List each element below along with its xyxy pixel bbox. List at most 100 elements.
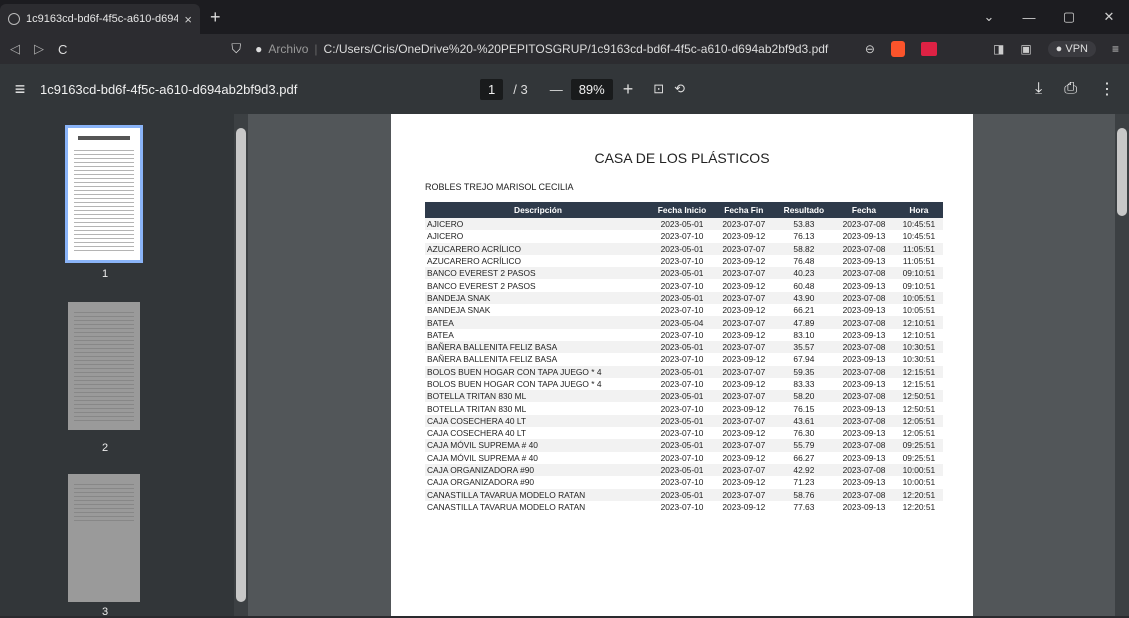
tab-search-icon[interactable]: ⌄ <box>969 9 1009 25</box>
table-cell: 12:05:51 <box>902 428 936 439</box>
back-icon[interactable]: ◁ <box>10 41 20 57</box>
table-cell: BATEA <box>425 316 651 329</box>
url-separator: | <box>314 42 318 56</box>
table-cell: 09:25:51 <box>902 452 936 463</box>
table-row: CAJA ORGANIZADORA #90 2023-07-10 2023-09-1… <box>425 476 943 488</box>
page-thumbnail-2[interactable] <box>68 302 140 430</box>
table-cell: 55.79 <box>774 439 834 452</box>
table-cell: 2023-05-01 <box>651 390 713 403</box>
menu-icon[interactable]: ≡ <box>1112 42 1119 56</box>
hamburger-menu-icon[interactable]: ≡ <box>0 79 40 100</box>
bookmark-icon[interactable]: ⛉ <box>231 41 241 57</box>
table-cell: 2023-09-12 <box>722 501 766 512</box>
table-row: BOTELLA TRITAN 830 ML 2023-07-10 2023-09-1… <box>425 402 943 414</box>
table-cell: 2023-09-13 <box>842 305 886 316</box>
pdf-page: CASA DE LOS PLÁSTICOS ROBLES TREJO MARIS… <box>391 114 973 616</box>
table-cell: 60.48 <box>793 280 815 291</box>
sidebar-icon[interactable]: ◨ <box>993 42 1004 56</box>
table-cell: 2023-07-07 <box>713 218 775 231</box>
viewer-scrollbar[interactable] <box>1115 114 1129 616</box>
table-cell: 77.63 <box>793 501 815 512</box>
viewer-scroll-thumb[interactable] <box>1117 128 1127 216</box>
table-cell: AJICERO <box>425 218 651 231</box>
zoom-in-button[interactable]: + <box>623 79 634 100</box>
table-cell: 2023-09-13 <box>842 256 886 267</box>
header-cell: Hora <box>894 202 943 218</box>
table-cell: BATEA <box>427 329 454 340</box>
table-cell: 10:00:51 <box>894 463 943 477</box>
table-cell: 2023-07-10 <box>660 231 704 242</box>
table-cell: 2023-07-10 <box>660 452 704 463</box>
browser-tab[interactable]: 1c9163cd-bd6f-4f5c-a610-d694a × <box>0 4 200 34</box>
page-thumbnail-1[interactable] <box>65 125 143 263</box>
sidebar-scroll-thumb[interactable] <box>236 128 246 602</box>
header-cell: Fecha Inicio <box>651 202 713 218</box>
print-icon[interactable]: ⎙ <box>1064 80 1077 98</box>
table-cell: 2023-07-10 <box>660 280 704 291</box>
table-cell: 2023-05-01 <box>651 291 713 305</box>
table-cell: 2023-09-13 <box>842 501 886 512</box>
table-row: CAJA COSECHERA 40 LT 2023-05-01 2023-07-07… <box>425 414 943 428</box>
close-window-button[interactable]: ✕ <box>1089 9 1129 25</box>
table-cell: 76.15 <box>793 403 815 414</box>
table-cell: 2023-07-10 <box>660 501 704 512</box>
table-cell: 10:45:51 <box>902 231 936 242</box>
table-body: AJICERO 2023-05-01 2023-07-07 53.83 2023-07-… <box>425 218 943 513</box>
tab-strip: 1c9163cd-bd6f-4f5c-a610-d694a × + ⌄ — ▢ … <box>0 0 1129 34</box>
rotate-icon[interactable]: ⟲ <box>674 81 685 97</box>
page-number-input[interactable]: 1 <box>480 78 504 100</box>
table-cell: 66.21 <box>793 305 815 316</box>
sidebar-scrollbar[interactable] <box>234 114 248 616</box>
table-cell: 2023-07-10 <box>660 477 704 488</box>
zoom-icon[interactable]: ⊖ <box>865 42 875 56</box>
table-cell: BANDEJA SNAK <box>425 291 651 305</box>
page-thumbnail-3[interactable] <box>68 474 140 602</box>
brave-shield-icon[interactable] <box>890 41 905 57</box>
table-cell: BANDEJA SNAK <box>427 305 491 316</box>
table-cell: 2023-09-12 <box>722 477 766 488</box>
minimize-button[interactable]: — <box>1009 10 1049 25</box>
table-cell: BANCO EVEREST 2 PASOS <box>425 267 651 280</box>
table-row: CAJA COSECHERA 40 LT 2023-07-10 2023-09-12… <box>425 427 943 439</box>
zoom-level-input[interactable]: 89% <box>570 78 613 100</box>
table-cell: 2023-07-08 <box>833 439 895 452</box>
more-options-icon[interactable]: ⋮ <box>1099 79 1115 99</box>
close-tab-icon[interactable]: × <box>184 12 192 27</box>
vpn-button[interactable]: ● VPN <box>1047 41 1096 57</box>
table-cell: 09:10:51 <box>902 280 936 291</box>
page-total: / 3 <box>513 81 528 97</box>
fit-page-icon[interactable]: ⊡ <box>653 81 664 97</box>
table-cell: 10:30:51 <box>894 340 943 354</box>
table-cell: 2023-09-13 <box>842 477 886 488</box>
table-cell: 2023-07-08 <box>833 340 895 354</box>
table-row: BAÑERA BALLENITA FELIZ BASA 2023-07-10 202… <box>425 353 943 365</box>
new-tab-button[interactable]: + <box>210 7 221 28</box>
table-cell: 2023-09-13 <box>842 403 886 414</box>
header-cell: Fecha <box>833 202 895 218</box>
address-bar: ◁ ▷ C ⛉ ● Archivo | C:/Users/Cris/OneDri… <box>0 34 1129 64</box>
table-cell: 10:30:51 <box>902 354 936 365</box>
table-cell: 2023-07-10 <box>660 379 704 389</box>
table-cell: CANASTILLA TAVARUA MODELO RATAN <box>425 488 651 501</box>
table-cell: BOLOS BUEN HOGAR CON TAPA JUEGO * 4 <box>425 365 651 378</box>
url-field[interactable]: ● Archivo | C:/Users/Cris/OneDrive%20-%2… <box>255 42 851 56</box>
forward-icon[interactable]: ▷ <box>34 41 44 57</box>
table-cell: 2023-09-12 <box>722 305 766 316</box>
download-icon[interactable]: ⤓ <box>1035 80 1042 98</box>
zoom-out-button[interactable]: — <box>550 82 563 97</box>
table-cell: 2023-09-12 <box>722 231 766 242</box>
reload-icon[interactable]: C <box>58 42 67 57</box>
maximize-button[interactable]: ▢ <box>1049 9 1089 25</box>
table-cell: 2023-09-12 <box>722 329 766 340</box>
rewards-icon[interactable] <box>920 42 937 56</box>
pdf-toolbar: ≡ 1c9163cd-bd6f-4f5c-a610-d694ab2bf9d3.p… <box>0 64 1129 114</box>
table-row: BOTELLA TRITAN 830 ML 2023-05-01 2023-07-0… <box>425 390 943 403</box>
wallet-icon[interactable]: ▣ <box>1020 42 1031 56</box>
table-cell: 2023-07-08 <box>833 291 895 305</box>
table-row: CANASTILLA TAVARUA MODELO RATAN 2023-05-0… <box>425 488 943 501</box>
table-cell: 12:10:51 <box>894 316 943 329</box>
table-cell: 12:15:51 <box>902 379 936 389</box>
table-cell: 12:05:51 <box>894 414 943 428</box>
table-row: BOLOS BUEN HOGAR CON TAPA JUEGO * 4 2023-… <box>425 365 943 378</box>
table-cell: 2023-07-10 <box>660 403 704 414</box>
